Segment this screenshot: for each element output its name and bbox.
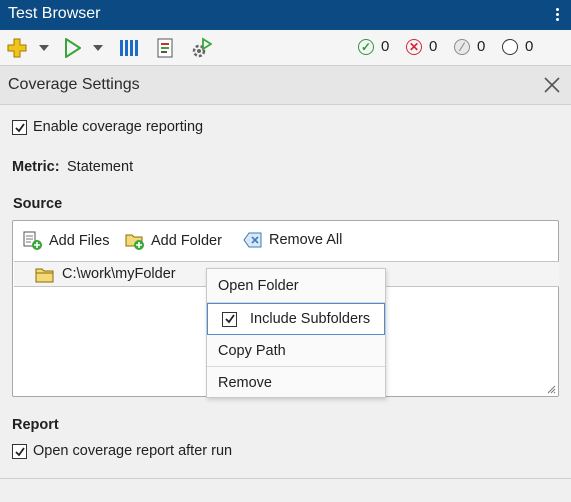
menu-item-label: Copy Path (218, 343, 286, 359)
add-files-icon (23, 231, 42, 250)
add-icon[interactable] (6, 37, 28, 59)
panel-title: Coverage Settings (8, 76, 140, 93)
folder-icon (35, 268, 54, 283)
settings-run-icon[interactable] (190, 37, 212, 59)
context-menu: Open Folder Include Subfolders Copy Path… (206, 268, 386, 398)
toolbar: ✓ 0 ✕ 0 ⁄ 0 0 (0, 30, 571, 66)
report-icon[interactable] (154, 37, 176, 59)
include-subfolders-checkbox[interactable] (222, 311, 237, 327)
passed-status: ✓ 0 (358, 38, 389, 55)
report-heading: Report (12, 417, 59, 433)
remove-all-icon (243, 232, 262, 248)
filtered-status: ⁄ 0 (454, 38, 485, 55)
resize-handle-icon[interactable] (546, 384, 556, 394)
panel-header: Coverage Settings (0, 66, 571, 105)
metric-label: Metric: (12, 159, 60, 175)
open-report-label: Open coverage report after run (33, 443, 233, 459)
enable-coverage-checkbox[interactable] (12, 120, 27, 135)
failed-status: ✕ 0 (406, 38, 437, 55)
run-dropdown-icon[interactable] (93, 45, 103, 51)
metric-value: Statement (67, 159, 134, 175)
menu-item-label: Open Folder (218, 278, 299, 294)
add-files-label: Add Files (49, 233, 110, 249)
menu-item-open-folder[interactable]: Open Folder (207, 270, 385, 302)
passed-icon: ✓ (358, 38, 374, 55)
remove-all-button[interactable]: Remove All (243, 231, 342, 249)
divider (0, 478, 571, 479)
source-heading: Source (13, 196, 63, 212)
menu-item-label: Include Subfolders (250, 311, 371, 327)
close-icon[interactable] (543, 76, 561, 94)
menu-item-remove[interactable]: Remove (207, 367, 385, 399)
more-options-icon[interactable] (551, 6, 563, 24)
passed-count: 0 (381, 38, 390, 55)
add-files-button[interactable]: Add Files (23, 231, 109, 251)
filtered-icon: ⁄ (454, 38, 470, 55)
add-folder-button[interactable]: Add Folder (125, 231, 222, 251)
menu-item-copy-path[interactable]: Copy Path (207, 335, 385, 367)
window-title: Test Browser (8, 5, 101, 22)
remove-all-label: Remove All (269, 232, 343, 248)
folder-path: C:\work\myFolder (62, 266, 176, 282)
add-folder-icon (125, 234, 144, 250)
open-report-checkbox[interactable] (12, 444, 27, 459)
title-bar: Test Browser (0, 0, 571, 30)
enable-coverage-label: Enable coverage reporting (33, 119, 204, 135)
not-run-icon (502, 38, 518, 55)
filtered-count: 0 (477, 38, 486, 55)
failed-icon: ✕ (406, 38, 422, 55)
menu-item-label: Remove (218, 375, 272, 391)
not-run-status: 0 (502, 38, 533, 55)
not-run-count: 0 (525, 38, 534, 55)
failed-count: 0 (429, 38, 438, 55)
run-icon[interactable] (62, 37, 84, 59)
menu-item-include-subfolders[interactable]: Include Subfolders (207, 303, 385, 335)
add-dropdown-icon[interactable] (39, 45, 49, 51)
add-folder-label: Add Folder (151, 233, 222, 249)
columns-icon[interactable] (118, 37, 140, 59)
